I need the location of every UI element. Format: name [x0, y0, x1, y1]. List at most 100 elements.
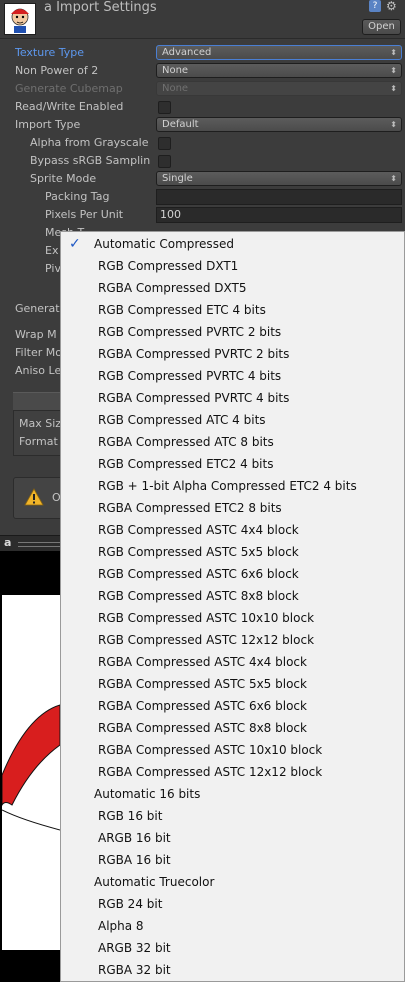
menu-item-label: Alpha 8 — [98, 919, 144, 933]
inspector-header: a Import Settings ? ⚙ Open — [0, 0, 405, 39]
menu-item-label: RGB + 1-bit Alpha Compressed ETC2 4 bits — [98, 479, 357, 493]
import-type-label: Import Type — [15, 118, 81, 131]
alpha-from-grayscale-row: Alpha from Grayscale — [0, 134, 405, 152]
menu-item-label: RGBA Compressed PVRTC 2 bits — [98, 347, 290, 361]
menu-item[interactable]: RGB Compressed ASTC 6x6 block — [61, 563, 404, 585]
menu-item-label: RGB Compressed PVRTC 2 bits — [98, 325, 282, 339]
menu-item[interactable]: RGB Compressed ASTC 8x8 block — [61, 585, 404, 607]
menu-item[interactable]: ✓ Automatic Compressed — [61, 233, 404, 255]
warning-box: O — [13, 477, 65, 519]
menu-item-label: RGB Compressed ASTC 4x4 block — [98, 523, 299, 537]
menu-item-label: RGB Compressed ASTC 10x10 block — [98, 611, 315, 625]
menu-item-label: RGB Compressed DXT1 — [98, 259, 239, 273]
platform-tab-bar[interactable] — [13, 392, 63, 411]
sprite-mode-dropdown[interactable]: Single ⬍ — [156, 171, 402, 186]
non-power-of-2-dropdown[interactable]: None ⬍ — [156, 63, 402, 78]
generate-cubemap-row: Generate Cubemap None ⬍ — [0, 80, 405, 98]
menu-item-label: RGB Compressed ASTC 6x6 block — [98, 567, 299, 581]
sprite-mode-row: Sprite Mode Single ⬍ — [0, 170, 405, 188]
bypass-srgb-checkbox[interactable] — [158, 155, 171, 168]
menu-item[interactable]: RGBA Compressed DXT5 — [61, 277, 404, 299]
max-size-label: Max Siz — [19, 417, 62, 430]
menu-item-label: RGB Compressed PVRTC 4 bits — [98, 369, 282, 383]
import-type-dropdown[interactable]: Default ⬍ — [156, 117, 402, 132]
texture-preview — [0, 551, 60, 982]
menu-item-label: RGB Compressed ETC 4 bits — [98, 303, 266, 317]
menu-item[interactable]: RGBA Compressed ASTC 10x10 block — [61, 739, 404, 761]
read-write-checkbox[interactable] — [158, 101, 171, 114]
menu-item-label: RGB Compressed ETC2 4 bits — [98, 457, 274, 471]
menu-item[interactable]: RGBA Compressed ASTC 8x8 block — [61, 717, 404, 739]
menu-item-label: RGBA Compressed ETC2 8 bits — [98, 501, 282, 515]
menu-item[interactable]: Alpha 8 — [61, 915, 404, 937]
checkmark-icon: ✓ — [69, 236, 81, 252]
pivot-label: Piv — [45, 262, 61, 275]
drag-handle-icon[interactable] — [18, 542, 63, 547]
generate-cubemap-dropdown: None ⬍ — [156, 81, 402, 96]
updown-arrow-icon: ⬍ — [390, 84, 397, 93]
menu-item[interactable]: RGB Compressed ASTC 12x12 block — [61, 629, 404, 651]
menu-item[interactable]: RGBA Compressed ATC 8 bits — [61, 431, 404, 453]
menu-item-label: RGBA Compressed ATC 8 bits — [98, 435, 274, 449]
menu-item[interactable]: RGB + 1-bit Alpha Compressed ETC2 4 bits — [61, 475, 404, 497]
menu-item-label: Automatic Truecolor — [94, 875, 215, 889]
menu-item[interactable]: RGBA 16 bit — [61, 849, 404, 871]
menu-item-label: ARGB 16 bit — [98, 831, 171, 845]
menu-item[interactable]: RGBA 32 bit — [61, 959, 404, 981]
menu-item[interactable]: RGB Compressed PVRTC 4 bits — [61, 365, 404, 387]
menu-item-label: RGB 24 bit — [98, 897, 163, 911]
menu-item[interactable]: RGBA Compressed ASTC 12x12 block — [61, 761, 404, 783]
menu-item[interactable]: RGB Compressed PVRTC 2 bits — [61, 321, 404, 343]
menu-item-label: RGB 16 bit — [98, 809, 163, 823]
pixels-per-unit-input[interactable]: 100 — [156, 207, 402, 223]
generate-mipmaps-label: Generat — [15, 302, 60, 315]
menu-item-label: RGBA Compressed ASTC 5x5 block — [98, 677, 307, 691]
gear-icon[interactable]: ⚙ — [386, 0, 398, 12]
menu-item[interactable]: Automatic Truecolor — [61, 871, 404, 893]
menu-item[interactable]: RGB Compressed ASTC 5x5 block — [61, 541, 404, 563]
menu-item[interactable]: RGB Compressed DXT1 — [61, 255, 404, 277]
menu-item[interactable]: RGBA Compressed ASTC 4x4 block — [61, 651, 404, 673]
menu-item[interactable]: RGBA Compressed ASTC 5x5 block — [61, 673, 404, 695]
menu-item[interactable]: ARGB 32 bit — [61, 937, 404, 959]
menu-item[interactable]: RGBA Compressed ETC2 8 bits — [61, 497, 404, 519]
menu-item[interactable]: RGBA Compressed PVRTC 2 bits — [61, 343, 404, 365]
updown-arrow-icon: ⬍ — [390, 174, 397, 183]
menu-item[interactable]: RGB Compressed ASTC 10x10 block — [61, 607, 404, 629]
packing-tag-label: Packing Tag — [45, 190, 110, 203]
open-button[interactable]: Open — [362, 19, 401, 35]
non-power-of-2-label: Non Power of 2 — [15, 64, 99, 77]
menu-item[interactable]: RGB Compressed ETC2 4 bits — [61, 453, 404, 475]
updown-arrow-icon: ⬍ — [390, 120, 397, 129]
menu-item-label: ARGB 32 bit — [98, 941, 171, 955]
texture-type-label: Texture Type — [15, 46, 85, 59]
platform-settings-box: Max Siz Format — [13, 410, 65, 456]
packing-tag-input[interactable] — [156, 189, 402, 205]
menu-item-label: RGBA 16 bit — [98, 853, 171, 867]
menu-item[interactable]: Automatic 16 bits — [61, 783, 404, 805]
format-label: Format — [19, 435, 58, 448]
help-icon[interactable]: ? — [369, 0, 381, 12]
menu-item[interactable]: ARGB 16 bit — [61, 827, 404, 849]
read-write-row: Read/Write Enabled — [0, 98, 405, 116]
wrap-mode-label: Wrap M — [15, 328, 57, 341]
menu-item[interactable]: RGB 24 bit — [61, 893, 404, 915]
preview-image — [1, 595, 60, 950]
pixels-per-unit-label: Pixels Per Unit — [45, 208, 124, 221]
menu-item[interactable]: RGBA Compressed ASTC 6x6 block — [61, 695, 404, 717]
updown-arrow-icon: ⬍ — [390, 48, 397, 57]
menu-item[interactable]: RGB 16 bit — [61, 805, 404, 827]
texture-type-dropdown[interactable]: Advanced ⬍ — [156, 45, 402, 60]
aniso-level-label: Aniso Le — [15, 364, 62, 377]
page-title: a Import Settings — [44, 0, 157, 15]
warning-icon — [24, 488, 44, 506]
menu-item[interactable]: RGB Compressed ASTC 4x4 block — [61, 519, 404, 541]
menu-item-label: RGB Compressed ASTC 8x8 block — [98, 589, 299, 603]
menu-item-label: RGB Compressed ASTC 5x5 block — [98, 545, 299, 559]
texture-thumbnail — [4, 3, 36, 35]
menu-item[interactable]: RGBA Compressed PVRTC 4 bits — [61, 387, 404, 409]
alpha-from-grayscale-checkbox[interactable] — [158, 137, 171, 150]
menu-item[interactable]: RGB Compressed ATC 4 bits — [61, 409, 404, 431]
menu-item[interactable]: RGB Compressed ETC 4 bits — [61, 299, 404, 321]
sprite-mode-label: Sprite Mode — [30, 172, 97, 185]
